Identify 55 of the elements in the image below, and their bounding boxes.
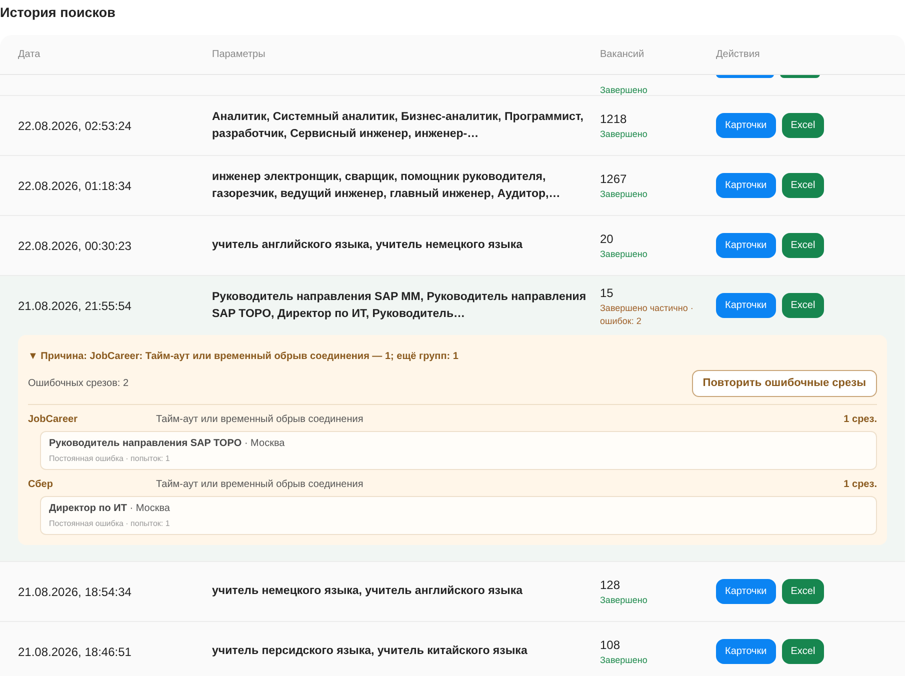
error-reason: Тайм-аут или временный обрыв соединения [156, 478, 364, 492]
date-cell: 22.08.2026, 00:30:23 [18, 238, 132, 252]
cards-button[interactable]: Карточки [716, 639, 776, 664]
slice-count: 1 срез. [844, 478, 877, 492]
vacancy-count: 1267 [600, 171, 628, 188]
params-cell: инженер электронщик, сварщик, помощник руководителя, газорезчик, ведущий инженер, главный инженер, Аудитор,… [212, 170, 560, 200]
vacancy-count: 128 [600, 577, 622, 594]
column-header: Вакансий [600, 49, 644, 60]
error-item-meta: Постоянная ошибка · попыток: 1 [49, 454, 170, 463]
cards-button[interactable]: Карточки [716, 173, 776, 198]
column-header: Действия [716, 49, 760, 60]
status-text: Завершено [600, 128, 648, 141]
page-title: История поисков [0, 5, 116, 20]
params-cell: учитель персидского языка, учитель китайского языка [212, 645, 528, 657]
error-summary[interactable]: ▼ Причина: JobCareer: Тайм-аут или временный обрыв соединения — 1; ещё групп: 1 [28, 351, 458, 362]
column-header: Параметры [212, 49, 266, 60]
status-text: Завершено частично · ошибок: 2 [600, 302, 694, 328]
vacancy-count: 108 [600, 637, 622, 654]
date-cell: 22.08.2026, 02:53:24 [18, 118, 132, 132]
cards-button[interactable]: Карточки [716, 113, 776, 138]
vacancy-count: 20 [600, 231, 614, 248]
vacancy-count: 1218 [600, 111, 628, 128]
excel-button[interactable]: Excel [782, 173, 824, 198]
error-item-title: Руководитель направления SAP TOPO · Москва [49, 437, 286, 451]
params-cell: учитель немецкого языка, учитель английского языка [212, 585, 522, 597]
date-cell: 21.08.2026, 18:54:34 [18, 584, 132, 598]
error-item-title: Директор по ИТ · Москва [49, 502, 171, 516]
cards-button[interactable]: Карточки [716, 293, 776, 318]
status-text: Завершено [600, 654, 648, 667]
params-cell: Руководитель направления SAP MM, Руководитель направления SAP TOPO, Директор по ИТ, Руководитель… [212, 290, 586, 320]
excel-button[interactable]: Excel [782, 113, 824, 138]
column-header: Дата [18, 49, 40, 60]
status-text: Завершено [600, 594, 648, 607]
error-item-meta: Постоянная ошибка · попыток: 1 [49, 519, 170, 528]
date-cell: 21.08.2026, 21:55:54 [18, 298, 132, 312]
error-reason: Тайм-аут или временный обрыв соединения [156, 413, 364, 427]
date-cell: 21.08.2026, 18:46:51 [18, 644, 132, 658]
excel-button[interactable]: Excel [782, 293, 824, 318]
excel-button[interactable]: Excel [782, 579, 824, 604]
source-name: JobCareer [28, 413, 78, 427]
excel-button[interactable]: Excel [782, 639, 824, 664]
status-text: Завершено [600, 84, 648, 95]
error-count: Ошибочных срезов: 2 [28, 377, 129, 391]
cards-button[interactable]: Карточки [716, 579, 776, 604]
date-cell: 22.08.2026, 01:18:34 [18, 178, 132, 192]
cards-button[interactable]: Карточки [716, 233, 776, 258]
source-name: Сбер [28, 478, 54, 492]
vacancy-count: 15 [600, 284, 614, 302]
params-cell: учитель английского языка, учитель немецкого языка [212, 239, 522, 251]
status-text: Завершено [600, 188, 648, 201]
retry-button[interactable]: Повторить ошибочные срезы [692, 370, 877, 397]
status-text: Завершено [600, 248, 648, 261]
params-cell: Аналитик, Системный аналитик, Бизнес-аналитик, Программист, разработчик, Сервисный инженер, инженер-… [212, 110, 584, 140]
slice-count: 1 срез. [844, 413, 877, 427]
excel-button[interactable]: Excel [782, 233, 824, 258]
